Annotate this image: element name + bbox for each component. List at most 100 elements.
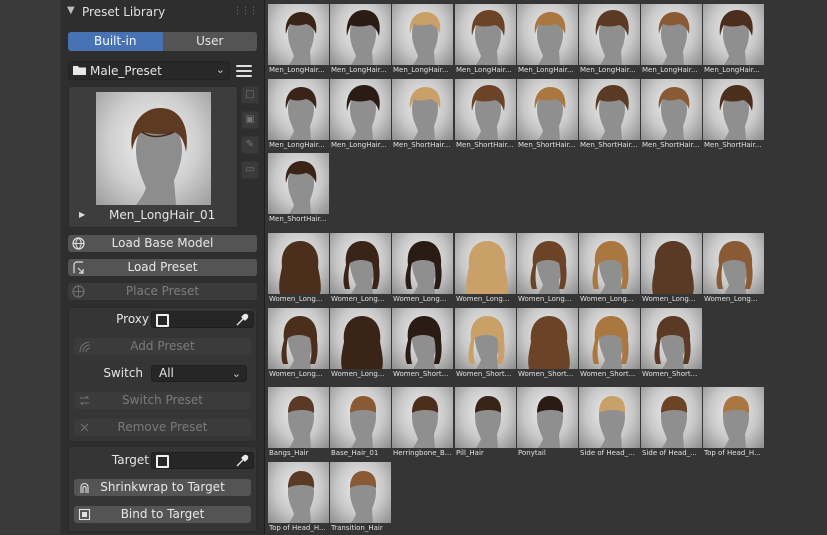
image-icon[interactable]: ▣	[241, 111, 259, 129]
object-icon	[156, 455, 169, 468]
preset-thumbnail-image	[392, 79, 453, 140]
preset-thumbnail[interactable]: Men_LongHair...	[268, 79, 330, 152]
tab-user[interactable]: User	[162, 32, 257, 51]
preset-thumbnail-image	[641, 308, 702, 369]
globe-icon	[72, 285, 85, 298]
preset-thumbnail-label: Men_LongHair...	[331, 66, 387, 74]
preset-thumbnail[interactable]: Side of Head_...	[641, 387, 703, 460]
shrinkwrap-to-target-button[interactable]: Shrinkwrap to Target	[74, 479, 251, 496]
target-field[interactable]	[151, 452, 254, 469]
load-base-model-button[interactable]: Load Base Model	[68, 235, 257, 252]
edit-icon[interactable]: ✎	[241, 136, 259, 154]
preset-thumbnail[interactable]: Men_LongHair...	[641, 4, 703, 77]
add-preset-button[interactable]: Add Preset	[74, 338, 251, 355]
globe-icon	[72, 237, 85, 250]
preset-thumbnail[interactable]: Men_ShortHair...	[455, 79, 517, 152]
proxy-label: Proxy	[116, 312, 149, 326]
preset-thumbnail-image	[703, 233, 764, 294]
preset-thumbnail[interactable]: Men_LongHair...	[392, 4, 454, 77]
preset-thumbnail-label: Women_Long...	[580, 295, 634, 303]
chevron-down-icon[interactable]: ▼	[67, 5, 75, 16]
preset-thumbnail-label: Men_ShortHair...	[269, 215, 327, 223]
preset-thumbnail[interactable]: Men_LongHair...	[268, 4, 330, 77]
preset-thumbnail[interactable]: Women_Short...	[517, 308, 579, 381]
preset-thumbnail[interactable]: Men_LongHair...	[703, 4, 765, 77]
chevron-down-icon: ⌄	[215, 63, 225, 76]
preset-thumbnail-label: Women_Long...	[393, 295, 447, 303]
preset-thumbnail-image	[330, 233, 391, 294]
library-tabs: Built-in User	[68, 32, 257, 51]
preset-thumbnail[interactable]: Men_LongHair...	[579, 4, 641, 77]
eyedropper-icon[interactable]	[235, 454, 249, 468]
preset-thumbnail[interactable]: Women_Long...	[330, 233, 392, 306]
preset-thumbnail[interactable]: Top of Head_H...	[703, 387, 765, 460]
preset-thumbnail-image	[268, 4, 329, 65]
preset-thumbnail-label: Women_Long...	[642, 295, 696, 303]
preset-thumbnail[interactable]: Herringbone_B...	[392, 387, 454, 460]
panel-header[interactable]: ▼ Preset Library ⋮⋮⋮	[61, 0, 265, 26]
preset-thumbnail[interactable]: Women_Long...	[517, 233, 579, 306]
preset-thumbnail-label: Men_LongHair...	[642, 66, 698, 74]
preset-thumbnail[interactable]: Side of Head_...	[579, 387, 641, 460]
preset-thumbnail[interactable]: Base_Hair_01	[330, 387, 392, 460]
grip-icon[interactable]: ⋮⋮⋮	[233, 6, 258, 16]
preset-thumbnail[interactable]: Women_Long...	[268, 233, 330, 306]
preset-thumbnail[interactable]: Bangs_Hair	[268, 387, 330, 460]
preset-thumbnail[interactable]: Men_ShortHair...	[268, 153, 330, 226]
add-thumbnail-icon[interactable]: □	[241, 86, 259, 104]
bind-label: Bind to Target	[120, 507, 205, 521]
preset-thumbnail[interactable]: Women_Long...	[455, 233, 517, 306]
preset-preview[interactable]: ▶ Men_LongHair_01	[68, 86, 238, 228]
proxy-field[interactable]	[151, 311, 254, 328]
preset-thumbnail-label: Side of Head_...	[642, 449, 697, 457]
preset-thumbnail-image	[517, 4, 578, 65]
preset-thumbnail[interactable]: Women_Short...	[641, 308, 703, 381]
preset-thumbnail[interactable]: Women_Short...	[455, 308, 517, 381]
preset-thumbnail-image	[268, 233, 329, 294]
folder-select[interactable]: Male_Preset ⌄	[68, 61, 230, 80]
preset-thumbnail[interactable]: Women_Long...	[641, 233, 703, 306]
preset-thumbnail[interactable]: Men_LongHair...	[330, 4, 392, 77]
preset-thumbnail[interactable]: Men_ShortHair...	[517, 79, 579, 152]
switch-value: All	[159, 366, 174, 380]
preset-thumbnail[interactable]: Women_Long...	[392, 233, 454, 306]
preset-thumbnail[interactable]: Men_LongHair...	[517, 4, 579, 77]
switch-preset-label: Switch Preset	[122, 393, 203, 407]
place-preset-button[interactable]: Place Preset	[68, 283, 257, 300]
preset-thumbnail-label: Men_ShortHair...	[456, 141, 514, 149]
preset-thumbnail[interactable]: Top of Head_H...	[268, 462, 330, 535]
play-icon[interactable]: ▶	[79, 210, 85, 219]
preset-thumbnail-label: Men_ShortHair...	[393, 141, 451, 149]
preset-thumbnail[interactable]: Women_Long...	[268, 308, 330, 381]
load-preset-button[interactable]: Load Preset	[68, 259, 257, 276]
preset-thumbnail[interactable]: Women_Long...	[579, 233, 641, 306]
preset-thumbnail[interactable]: Men_ShortHair...	[392, 79, 454, 152]
eyedropper-icon[interactable]	[235, 313, 249, 327]
preset-thumbnail-label: Men_ShortHair...	[518, 141, 576, 149]
switch-select[interactable]: All ⌄	[151, 365, 247, 382]
hamburger-menu-icon[interactable]	[234, 62, 254, 79]
clear-icon	[80, 423, 89, 432]
trash-icon[interactable]: ▭	[241, 161, 259, 179]
preset-thumbnail[interactable]: Ponytail	[517, 387, 579, 460]
preset-thumbnail[interactable]: Women_Short...	[392, 308, 454, 381]
preset-thumbnail[interactable]: Men_ShortHair...	[641, 79, 703, 152]
preset-thumbnail[interactable]: Transition_Hair	[330, 462, 392, 535]
preset-thumbnail-label: Side of Head_...	[580, 449, 635, 457]
tab-built-in[interactable]: Built-in	[68, 32, 163, 51]
preset-thumbnail-image	[641, 4, 702, 65]
preset-thumbnail[interactable]: Pill_Hair	[455, 387, 517, 460]
preset-thumbnail[interactable]: Women_Long...	[330, 308, 392, 381]
switch-preset-button[interactable]: Switch Preset	[74, 392, 251, 409]
preset-thumbnail[interactable]: Women_Short...	[579, 308, 641, 381]
preset-thumbnail-image	[268, 387, 329, 448]
bind-to-target-button[interactable]: Bind to Target	[74, 506, 251, 523]
remove-preset-button[interactable]: Remove Preset	[74, 419, 251, 436]
preset-thumbnail-label: Women_Long...	[704, 295, 758, 303]
preset-thumbnail-image	[455, 79, 516, 140]
preset-thumbnail[interactable]: Women_Long...	[703, 233, 765, 306]
preset-thumbnail[interactable]: Men_ShortHair...	[703, 79, 765, 152]
preset-thumbnail[interactable]: Men_LongHair...	[330, 79, 392, 152]
preset-thumbnail[interactable]: Men_ShortHair...	[579, 79, 641, 152]
preset-thumbnail[interactable]: Men_LongHair...	[455, 4, 517, 77]
